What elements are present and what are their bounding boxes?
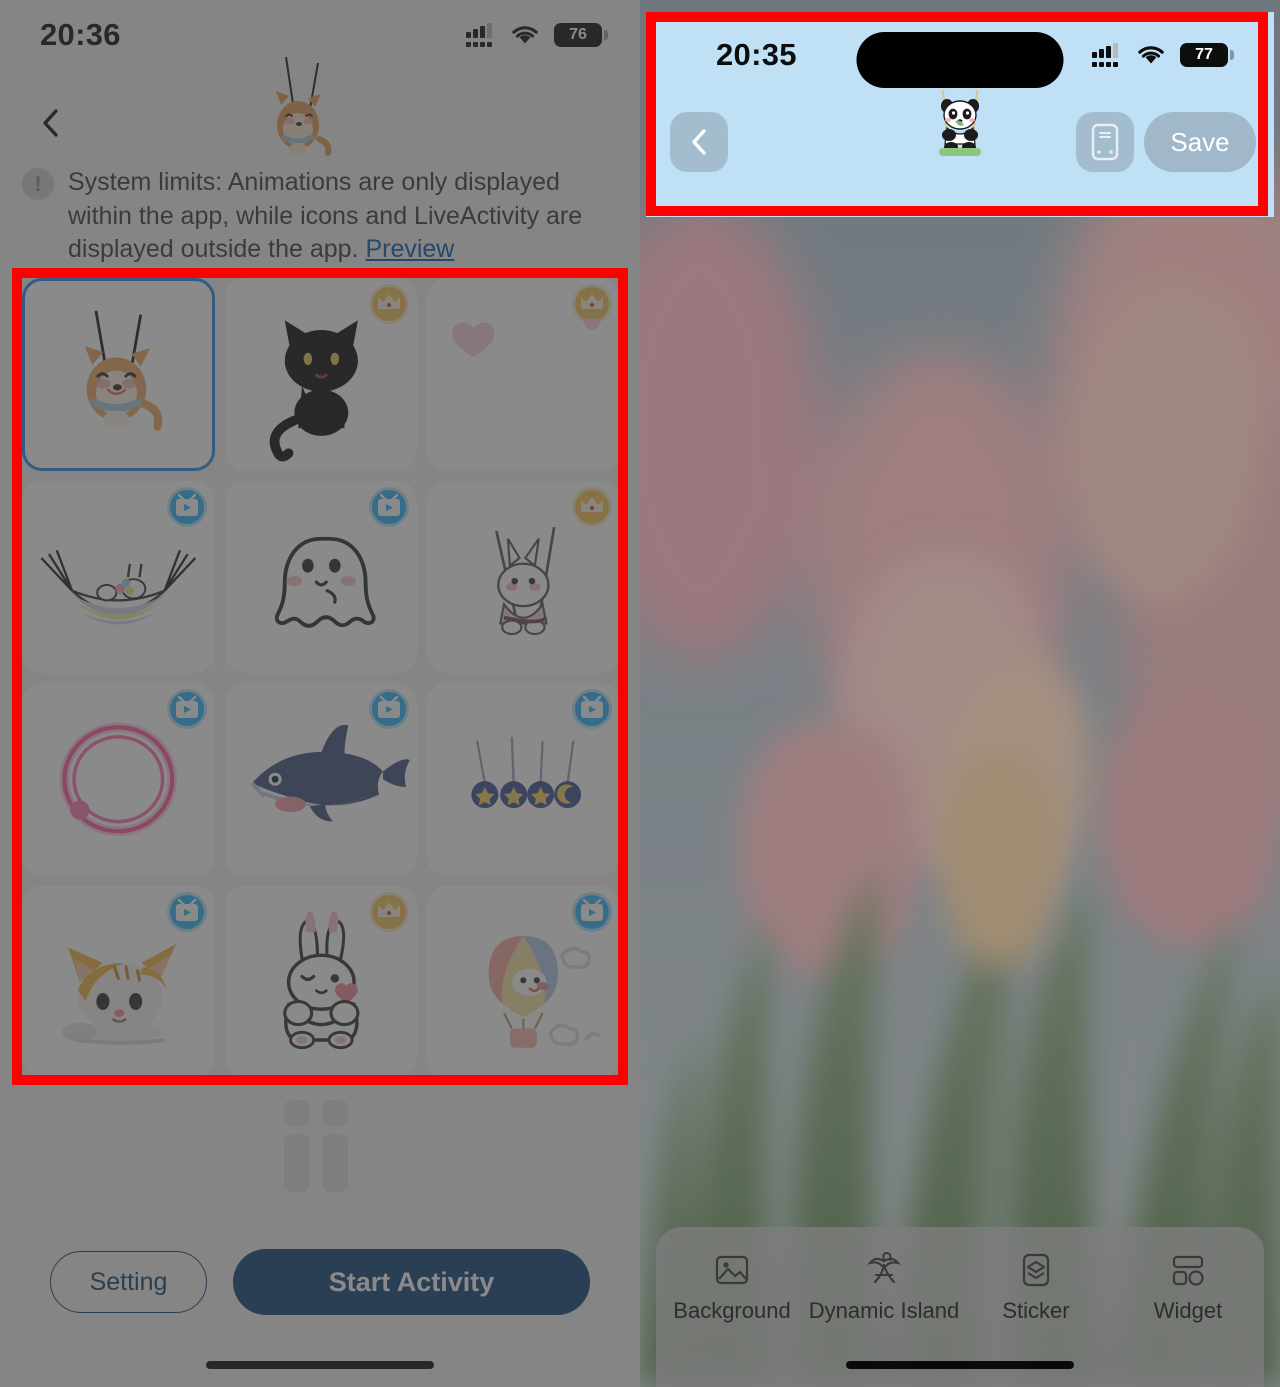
palm-tree-island-icon <box>867 1251 901 1284</box>
panda-on-bamboo-swing-sticker <box>939 90 981 156</box>
right-phone-screen: 20:35 77 Save Background Dynamic Island … <box>640 0 1280 1387</box>
sticker-cell-hanging-star-charms[interactable] <box>427 683 620 876</box>
video-badge-icon <box>166 689 207 729</box>
right-status-bar: 20:35 77 <box>646 20 1274 90</box>
toolbar-label: Widget <box>1153 1298 1223 1323</box>
system-limits-notice: ! System limits: Animations are only dis… <box>22 166 622 267</box>
toolbar-item-sticker[interactable]: Sticker <box>960 1251 1112 1324</box>
sticker-cell-orange-tabby-cat[interactable] <box>22 885 215 1078</box>
toolbar-item-widget[interactable]: Widget <box>1112 1251 1264 1324</box>
exclamation-icon: ! <box>22 168 54 200</box>
crown-badge-icon <box>572 284 612 330</box>
sticker-cell-pink-heart[interactable] <box>427 278 620 471</box>
setting-button[interactable]: Setting <box>50 1251 207 1313</box>
toolbar-label: Background <box>673 1298 791 1323</box>
video-badge-icon <box>572 891 612 932</box>
sticker-cell-bunny-on-swing[interactable] <box>427 480 620 673</box>
widget-grid-icon <box>1172 1255 1204 1286</box>
widget-preview-placeholder <box>284 1100 348 1192</box>
shiba-dog-on-swing-art <box>84 310 163 431</box>
sticker-grid <box>22 278 620 1078</box>
sticker-cell-black-cat[interactable] <box>224 278 418 471</box>
sticker-cell-white-ghost[interactable] <box>224 480 418 673</box>
sticker-cell-pink-neon-ring[interactable] <box>22 683 215 876</box>
toolbar-label: Sticker <box>1002 1298 1070 1323</box>
cellular-signal-icon <box>466 23 496 47</box>
phone-preview-button[interactable] <box>1076 112 1134 172</box>
video-badge-icon <box>369 689 410 729</box>
sticker-cell-hot-air-balloon[interactable] <box>427 885 620 1078</box>
sticker-cell-bunny-in-hammock[interactable] <box>22 480 215 673</box>
status-indicators: 77 <box>1092 43 1234 67</box>
status-indicators: 76 <box>466 23 608 47</box>
layers-icon <box>1022 1253 1050 1287</box>
wifi-icon <box>1138 46 1164 64</box>
save-button[interactable]: Save <box>1144 112 1256 172</box>
sticker-cell-shiba-dog-on-swing[interactable] <box>22 278 215 471</box>
chevron-left-icon <box>43 109 58 137</box>
back-button[interactable] <box>670 112 728 172</box>
notice-text-wrapper: System limits: Animations are only displ… <box>68 166 622 267</box>
status-time: 20:36 <box>40 17 121 52</box>
back-button[interactable] <box>30 100 70 146</box>
top-bar-capture-zone: 20:35 77 Save <box>646 12 1274 217</box>
image-icon <box>715 1255 749 1285</box>
preview-link[interactable]: Preview <box>365 235 454 263</box>
toolbar-item-dynamic-island[interactable]: Dynamic Island <box>808 1251 960 1324</box>
toolbar-item-background[interactable]: Background <box>656 1251 808 1324</box>
toolbar-label: Dynamic Island <box>808 1298 960 1323</box>
left-bottom-bar: Setting Start Activity <box>0 1238 640 1326</box>
sticker-cell-white-bunny-heart[interactable] <box>224 885 418 1078</box>
video-badge-icon <box>572 689 612 729</box>
screenshot-stage: 20:36 76 ! System limits: Animations are… <box>0 0 1280 1387</box>
home-indicator[interactable] <box>846 1361 1074 1369</box>
crown-badge-icon <box>572 486 612 527</box>
chevron-left-icon <box>692 129 706 155</box>
left-phone-screen: 20:36 76 ! System limits: Animations are… <box>0 0 640 1387</box>
crown-badge-icon <box>369 891 410 932</box>
start-activity-button[interactable]: Start Activity <box>233 1249 590 1315</box>
video-badge-icon <box>369 486 410 527</box>
sticker-cell-blue-shark[interactable] <box>224 683 418 876</box>
wifi-icon <box>512 26 538 44</box>
notice-text: System limits: Animations are only displ… <box>68 168 583 263</box>
phone-preview-icon <box>1091 123 1119 161</box>
cellular-signal-icon <box>1092 43 1122 67</box>
crown-badge-icon <box>369 284 410 324</box>
status-time: 20:35 <box>716 37 797 72</box>
video-badge-icon <box>166 891 207 932</box>
video-badge-icon <box>166 486 207 527</box>
home-indicator[interactable] <box>206 1361 434 1369</box>
